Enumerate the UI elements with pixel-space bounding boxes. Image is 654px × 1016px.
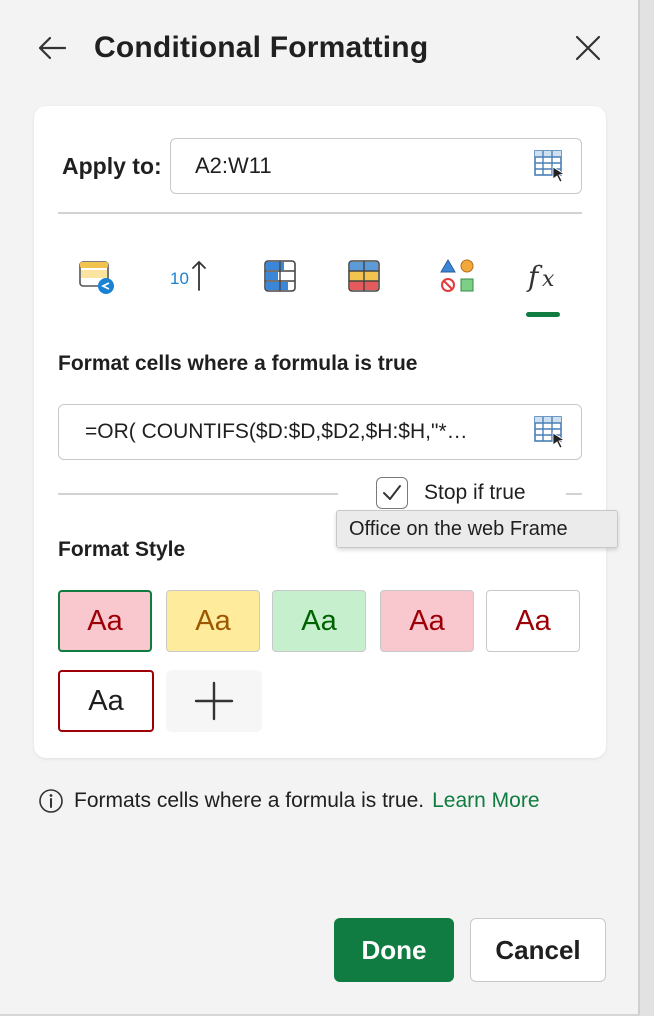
range-select-icon[interactable] xyxy=(533,149,567,183)
formula-value: =OR( COUNTIFS($D:$D,$D2,$H:$H,"*… xyxy=(85,420,468,443)
style-swatch-red-text[interactable]: Aa xyxy=(380,590,474,652)
pane-title: Conditional Formatting xyxy=(94,31,429,64)
apply-to-label: Apply to: xyxy=(62,152,162,179)
stop-if-true-checkbox[interactable] xyxy=(376,477,408,509)
checkmark-icon xyxy=(383,485,401,500)
color-scales-icon xyxy=(348,260,380,292)
back-button[interactable] xyxy=(30,26,74,70)
window-edge xyxy=(638,0,654,1016)
top-bottom-number: 10 xyxy=(170,269,189,288)
pane-header: Conditional Formatting xyxy=(30,20,610,76)
style-swatch-light-red[interactable]: Aa xyxy=(58,590,152,652)
rule-card: Apply to: A2:W11 10 f x Format cells whe… xyxy=(34,106,606,758)
stop-if-true-row: Stop if true xyxy=(58,474,582,514)
formula-section-label: Format cells where a formula is true xyxy=(58,352,418,375)
style-swatch-red-border[interactable]: Aa xyxy=(58,670,154,732)
highlight-cells-rules-icon xyxy=(79,261,114,294)
info-text: Formats cells where a formula is true. xyxy=(74,789,425,812)
style-swatch-yellow[interactable]: Aa xyxy=(166,590,260,652)
stop-if-true-label: Stop if true xyxy=(424,481,526,504)
icon-sets-icon xyxy=(440,259,474,292)
info-icon xyxy=(39,789,63,813)
close-button[interactable] xyxy=(566,26,610,70)
plus-icon xyxy=(194,681,234,721)
apply-to-row: Apply to: A2:W11 xyxy=(62,138,582,194)
learn-more-link[interactable]: Learn More xyxy=(432,789,539,813)
data-bars-button[interactable] xyxy=(250,246,310,306)
style-swatch-red-font[interactable]: Aa xyxy=(486,590,580,652)
add-custom-style-button[interactable] xyxy=(166,670,262,732)
frame-tooltip: Office on the web Frame xyxy=(336,510,618,548)
apply-to-range-input[interactable]: A2:W11 xyxy=(170,138,582,194)
apply-to-range-value: A2:W11 xyxy=(195,153,272,178)
data-bars-icon xyxy=(264,260,296,292)
svg-text:x: x xyxy=(542,267,555,292)
top-bottom-rules-icon: 10 xyxy=(170,260,206,291)
divider-left xyxy=(58,493,338,495)
close-icon xyxy=(575,35,601,61)
format-style-swatches: Aa Aa Aa Aa Aa xyxy=(58,590,618,654)
divider-right xyxy=(566,493,582,495)
done-button[interactable]: Done xyxy=(334,918,454,982)
info-row: Formats cells where a formula is true. L… xyxy=(38,786,540,816)
formula-input[interactable]: =OR( COUNTIFS($D:$D,$D2,$H:$H,"*… xyxy=(58,404,582,460)
color-scales-button[interactable] xyxy=(334,246,394,306)
highlight-cells-rules-button[interactable] xyxy=(66,246,126,306)
selected-rule-indicator xyxy=(526,312,560,317)
formula-icon: f x xyxy=(526,260,555,293)
formula-rule-button[interactable]: f x xyxy=(514,246,574,306)
range-select-icon[interactable] xyxy=(533,415,567,449)
rule-type-selector: 10 f x xyxy=(58,246,582,326)
svg-text:f: f xyxy=(526,260,543,293)
back-arrow-icon xyxy=(38,36,67,60)
style-swatch-green[interactable]: Aa xyxy=(272,590,366,652)
format-style-swatches-row2: Aa xyxy=(58,670,358,734)
format-style-label: Format Style xyxy=(58,538,186,561)
icon-sets-button[interactable] xyxy=(428,246,488,306)
top-bottom-rules-button[interactable]: 10 xyxy=(158,246,218,306)
cancel-button[interactable]: Cancel xyxy=(470,918,606,982)
card-divider xyxy=(58,212,582,214)
